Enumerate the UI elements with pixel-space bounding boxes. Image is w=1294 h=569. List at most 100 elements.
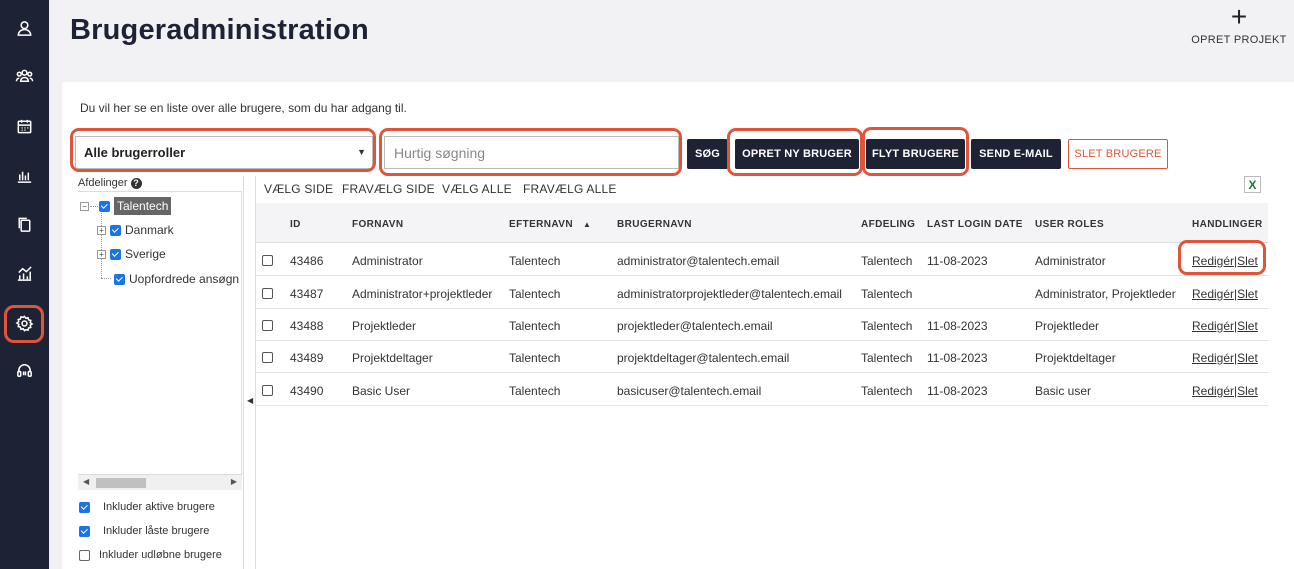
cell-roles: Projektdeltager [1035,351,1116,365]
left-nav [0,0,49,569]
col-roles[interactable]: USER ROLES [1035,219,1104,230]
table-header: ID FORNAVN EFTERNAVN ▲ BRUGERNAVN AFDELI… [256,203,1268,243]
excel-export-icon[interactable]: X [1244,176,1261,193]
create-project-button[interactable]: + OPRET PROJEKT [1190,3,1288,47]
search-input[interactable] [384,136,679,169]
team-icon[interactable] [0,58,49,94]
cell-username: administratorprojektleder@talentech.emai… [617,287,842,301]
tree-node-label: Talentech [114,197,172,215]
deselect-all-link[interactable]: FRAVÆLG ALLE [523,182,617,196]
tree-node-sverige[interactable]: + Sverige [97,247,166,261]
calendar-icon[interactable] [0,108,49,144]
edit-delete-link[interactable]: Redigér|Slet [1192,384,1258,398]
user-icon[interactable] [0,10,49,46]
collapse-left-icon[interactable]: ◀ [247,396,253,405]
cell-department: Talentech [861,287,913,301]
table-row: 43487 Administrator+projektleder Talente… [256,277,1268,309]
create-user-button[interactable]: OPRET NY BRUGER [735,139,859,169]
sort-asc-icon[interactable]: ▲ [583,220,591,229]
include-locked-option[interactable]: Inkluder låste brugere [79,525,209,537]
tree-collapse-handle[interactable]: ◀ [243,176,256,569]
edit-delete-link[interactable]: Redigér|Slet [1192,351,1258,365]
row-checkbox[interactable] [262,255,273,266]
scroll-thumb[interactable] [96,478,146,488]
tree-connector [101,211,102,278]
tree-node-danmark[interactable]: + Danmark [97,223,174,237]
help-icon[interactable]: ? [130,177,142,189]
move-users-button[interactable]: FLYT BRUGERE [866,139,965,169]
include-expired-label: Inkluder udløbne brugere [99,549,222,561]
cell-username: projektleder@talentech.email [617,319,773,333]
cell-roles: Administrator, Projektleder [1035,287,1176,301]
row-checkbox[interactable] [262,385,273,396]
cell-first-name: Projektdeltager [352,351,433,365]
edit-delete-link[interactable]: Redigér|Slet [1192,254,1258,268]
cell-last-login: 11-08-2023 [927,319,988,333]
edit-delete-link[interactable]: Redigér|Slet [1192,287,1258,301]
col-last-login[interactable]: LAST LOGIN DATE [927,219,1023,230]
scroll-left-icon[interactable]: ◀ [83,477,89,486]
documents-icon[interactable] [0,206,49,242]
cell-last-name: Talentech [509,351,561,365]
tree-connector [101,278,111,279]
cell-first-name: Administrator [352,254,423,268]
cell-id: 43489 [290,351,324,365]
edit-delete-link[interactable]: Redigér|Slet [1192,319,1258,333]
support-icon[interactable] [0,352,49,388]
col-id[interactable]: ID [290,219,301,230]
tree-node-label: Sverige [125,247,166,261]
expand-icon[interactable]: + [97,249,106,259]
bar-chart-icon[interactable] [0,157,49,193]
cell-roles: Basic user [1035,384,1092,398]
include-locked-label: Inkluder låste brugere [103,525,210,537]
role-filter-value: Alle brugerroller [84,145,186,160]
tree-node-label: Uopfordrede ansøgn [129,272,240,286]
cell-id: 43487 [290,287,324,301]
cell-username: basicuser@talentech.email [617,384,762,398]
tree-checkbox[interactable] [114,273,125,285]
row-checkbox[interactable] [262,320,273,331]
tree-checkbox[interactable] [110,224,121,236]
settings-icon[interactable] [0,305,49,341]
include-active-option[interactable]: Inkluder aktive brugere [79,501,215,513]
cell-id: 43486 [290,254,324,268]
tree-horizontal-scrollbar[interactable]: ◀ ▶ [78,474,242,490]
caret-down-icon: ▼ [357,147,366,157]
departments-label-text: Afdelinger [78,177,128,189]
include-expired-option[interactable]: Inkluder udløbne brugere [79,549,222,561]
tree-checkbox[interactable] [110,248,121,260]
include-locked-checkbox[interactable] [79,525,90,537]
scroll-right-icon[interactable]: ▶ [231,477,237,486]
row-checkbox[interactable] [262,352,273,363]
search-button[interactable]: SØG [687,139,728,169]
tree-node-talentech[interactable]: − Talentech [80,197,172,215]
row-checkbox[interactable] [262,288,273,299]
include-active-label: Inkluder aktive brugere [103,501,215,513]
cell-last-login: 11-08-2023 [927,351,988,365]
select-all-link[interactable]: VÆLG ALLE [442,182,512,196]
tree-checkbox[interactable] [99,200,110,212]
col-last-name[interactable]: EFTERNAVN [509,219,573,230]
cell-username: projektdeltager@talentech.email [617,351,790,365]
intro-text: Du vil her se en liste over alle brugere… [80,101,407,115]
analytics-icon[interactable] [0,255,49,291]
cell-username: administrator@talentech.email [617,254,780,268]
create-project-label: OPRET PROJEKT [1191,34,1287,46]
collapse-icon[interactable]: − [80,201,89,211]
include-expired-checkbox[interactable] [79,549,90,561]
col-username[interactable]: BRUGERNAVN [617,219,692,230]
cell-last-login: 11-08-2023 [927,384,988,398]
expand-icon[interactable]: + [97,225,106,235]
departments-label: Afdelinger ? [78,177,142,189]
role-filter-select[interactable]: Alle brugerroller ▼ [75,136,373,169]
tree-node-uopfordrede[interactable]: Uopfordrede ansøgn [114,272,239,286]
cell-last-name: Talentech [509,287,561,301]
send-email-button[interactable]: SEND E-MAIL [971,139,1061,169]
col-department[interactable]: AFDELING [861,219,915,230]
deselect-page-link[interactable]: FRAVÆLG SIDE [342,182,435,196]
cell-last-login: 11-08-2023 [927,254,988,268]
select-page-link[interactable]: VÆLG SIDE [264,182,333,196]
col-first-name[interactable]: FORNAVN [352,219,404,230]
include-active-checkbox[interactable] [79,501,90,513]
delete-users-button[interactable]: SLET BRUGERE [1068,139,1168,169]
